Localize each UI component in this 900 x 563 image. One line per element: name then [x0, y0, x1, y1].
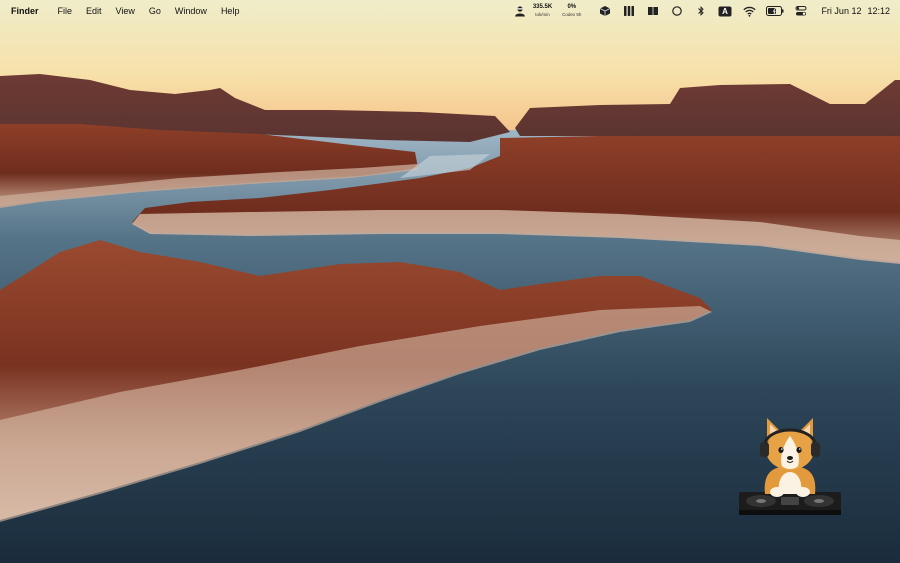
usage-status-item[interactable]: 335.5K tok/min 0% Codex 5h [513, 4, 581, 18]
control-center-icon[interactable] [794, 4, 808, 18]
tokens-stat: 335.5K tok/min [533, 4, 552, 18]
box-icon[interactable] [598, 4, 612, 18]
menu-window[interactable]: Window [168, 0, 214, 22]
agent-icon [513, 4, 527, 18]
menu-go[interactable]: Go [142, 0, 168, 22]
menu-view[interactable]: View [109, 0, 142, 22]
desktop: Finder File Edit View Go Window Help 335… [0, 0, 900, 563]
app-menu-finder[interactable]: Finder [11, 0, 51, 22]
circle-icon[interactable] [670, 4, 684, 18]
tokens-value: 335.5K [532, 4, 553, 10]
codex-label: Codex 5h [562, 12, 582, 17]
input-source-label: A [723, 7, 729, 16]
codex-value: 0% [567, 4, 577, 10]
clock-date: Fri Jun 12 [821, 6, 862, 16]
codex-stat: 0% Codex 5h [562, 4, 581, 18]
menu-edit[interactable]: Edit [79, 0, 109, 22]
tokens-unit: tok/min [535, 12, 550, 17]
grid-icon[interactable] [622, 4, 636, 18]
battery-icon[interactable] [766, 4, 784, 18]
menu-bar-left: Finder File Edit View Go Window Help [0, 0, 246, 22]
corgi-dj-widget[interactable] [737, 414, 843, 518]
menu-bar-clock[interactable]: Fri Jun 12 12:12 [821, 6, 890, 16]
clock-time: 12:12 [867, 6, 890, 16]
menu-bar-right: 335.5K tok/min 0% Codex 5h A Fri Jun 12 … [513, 0, 890, 22]
wifi-icon[interactable] [742, 4, 756, 18]
menu-help[interactable]: Help [214, 0, 247, 22]
bluetooth-icon[interactable] [694, 4, 708, 18]
keyboard-input-icon[interactable]: A [718, 4, 732, 18]
menu-bar: Finder File Edit View Go Window Help 335… [0, 0, 900, 22]
menu-file[interactable]: File [51, 0, 80, 22]
book-icon[interactable] [646, 4, 660, 18]
